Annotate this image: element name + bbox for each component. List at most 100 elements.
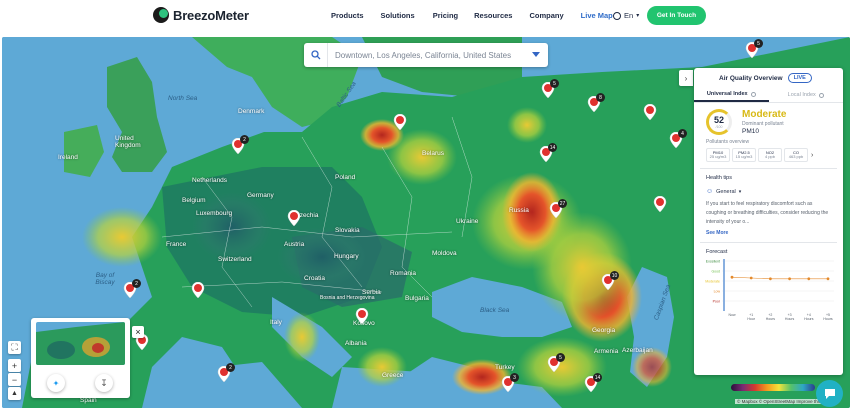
cluster-count-badge: 14 [548, 143, 557, 152]
country-label-belgium: Belgium [182, 197, 206, 204]
forecast-x-label: Hour [747, 317, 755, 321]
country-label-albania: Albania [345, 340, 367, 347]
aqi-station-pin[interactable] [287, 210, 301, 227]
collapse-panel-button[interactable]: › [679, 70, 693, 86]
compass-button[interactable]: ▲ [8, 387, 21, 400]
nav-item-products[interactable]: Products [331, 11, 364, 20]
cluster-count-badge: 2 [226, 363, 235, 372]
forecast-point[interactable] [826, 277, 830, 281]
forecast-point[interactable] [769, 277, 772, 281]
nav-item-live-map[interactable]: Live Map [581, 11, 613, 20]
country-label-united-kingdom: United Kingdom [115, 135, 141, 149]
chat-button[interactable] [816, 380, 843, 407]
chevron-right-icon[interactable]: › [811, 152, 813, 159]
pollutant-card[interactable]: PM2.5 15 ug/m3 [732, 148, 756, 162]
aqi-station-pin[interactable]: 10 [601, 271, 619, 291]
chevron-down-icon: ▾ [636, 13, 640, 19]
aqi-station-pin[interactable]: 2 [123, 279, 141, 299]
country-label-bulgaria: Bulgaria [405, 295, 429, 302]
tab-universal-index[interactable]: Universal Index [694, 88, 769, 102]
aqi-category: Moderate [742, 109, 787, 120]
tab-local-index[interactable]: Local Index [769, 88, 844, 102]
aqi-station-pin[interactable]: 8 [587, 93, 605, 113]
cluster-count-badge: 2 [240, 135, 249, 144]
download-icon: ↧ [100, 377, 108, 388]
country-label-turkey: Turkey [495, 364, 515, 371]
fullscreen-button[interactable]: ⛶ [8, 341, 21, 354]
country-label-azerbaijan: Azerbaijan [622, 347, 653, 354]
sea-label-black-sea: Black Sea [480, 307, 510, 314]
search-icon[interactable] [304, 43, 328, 67]
aqi-station-pin[interactable]: 5 [541, 79, 559, 99]
forecast-point[interactable] [807, 277, 811, 281]
health-audience-dropdown[interactable]: ☺ General ▾ [694, 188, 843, 195]
aqi-station-pin[interactable]: 5 [745, 39, 763, 59]
aqi-station-pin[interactable]: 2 [217, 363, 235, 383]
nav-item-pricing[interactable]: Pricing [433, 11, 458, 20]
twitter-icon: ✦ [52, 378, 60, 388]
aqi-station-pin[interactable]: 14 [539, 143, 557, 163]
aqi-station-pin[interactable]: 4 [669, 129, 687, 149]
aqi-station-pin[interactable] [355, 308, 369, 325]
live-badge: LIVE [787, 73, 812, 83]
country-label-netherlands: Netherlands [192, 177, 228, 184]
forecast-point[interactable] [788, 277, 791, 281]
brand-mark-icon [153, 7, 169, 23]
aqi-station-pin[interactable]: 3 [501, 373, 519, 393]
pollutant-card[interactable]: PM10 25 ug/m3 [706, 148, 730, 162]
chat-icon [824, 388, 835, 399]
nav-item-company[interactable]: Company [529, 11, 563, 20]
cluster-count-badge: 3 [510, 373, 519, 382]
forecast-point[interactable] [730, 275, 734, 279]
search-dropdown-icon[interactable] [532, 52, 540, 57]
zoom-out-button[interactable]: − [8, 373, 21, 386]
country-label-greece: Greece [382, 372, 404, 379]
twitter-share-button[interactable]: ✦ [47, 374, 65, 392]
country-label-hungary: Hungary [334, 253, 359, 260]
forecast-line [731, 276, 828, 280]
country-label-bosnia: Bosnia and Herzegovina [320, 295, 375, 301]
aqi-color-legend [731, 384, 815, 391]
minimap-preview[interactable] [36, 322, 125, 365]
cluster-count-badge: 5 [556, 353, 565, 362]
info-icon[interactable] [750, 91, 756, 97]
close-minimap-button[interactable]: × [132, 326, 144, 338]
info-icon[interactable] [818, 92, 824, 98]
country-label-moldova: Moldova [432, 250, 457, 257]
aqi-station-pin[interactable]: 14 [584, 373, 602, 393]
forecast-level-label: Moderate [705, 280, 720, 284]
brand-name: BreezoMeter [173, 7, 249, 23]
forecast-point[interactable] [749, 276, 753, 280]
pollutant-card[interactable]: NO2 4 ppb [758, 148, 782, 162]
cluster-count-badge: 2 [132, 279, 141, 288]
cluster-count-badge: 10 [610, 271, 619, 280]
aqi-gauge: 52 /100 [706, 109, 732, 135]
language-selector[interactable]: En ▾ [613, 11, 639, 20]
globe-icon [613, 11, 621, 20]
aqi-station-pin[interactable] [643, 104, 657, 121]
dominant-pollutant-label: Dominant pollutant [742, 121, 784, 127]
see-more-link[interactable]: See More [694, 230, 843, 236]
aqi-station-pin[interactable]: 5 [547, 353, 565, 373]
zoom-in-button[interactable]: + [8, 359, 21, 372]
divider [700, 168, 837, 169]
get-in-touch-button[interactable]: Get In Touch [647, 6, 706, 25]
aqi-station-pin[interactable]: 27 [549, 199, 567, 219]
brand-logo[interactable]: BreezoMeter [153, 7, 249, 23]
download-button[interactable]: ↧ [95, 374, 113, 392]
pollutant-card[interactable]: CO 463 ppb [784, 148, 808, 162]
aqi-station-pin[interactable]: 2 [231, 135, 249, 155]
country-label-germany: Germany [247, 192, 274, 199]
country-label-russia: Russia [509, 207, 529, 214]
aqi-station-pin[interactable] [393, 114, 407, 131]
panel-header: Air Quality Overview LIVE [694, 68, 843, 88]
nav-item-resources[interactable]: Resources [474, 11, 512, 20]
aqi-station-pin[interactable] [191, 282, 205, 299]
search-input[interactable] [328, 50, 518, 60]
forecast-level-label: Good [711, 270, 720, 274]
aqi-station-pin[interactable] [653, 196, 667, 213]
country-label-armenia: Armenia [594, 348, 619, 355]
forecast-level-label: Poor [713, 300, 721, 304]
nav-item-solutions[interactable]: Solutions [381, 11, 415, 20]
forecast-x-label: Hours [766, 317, 776, 321]
